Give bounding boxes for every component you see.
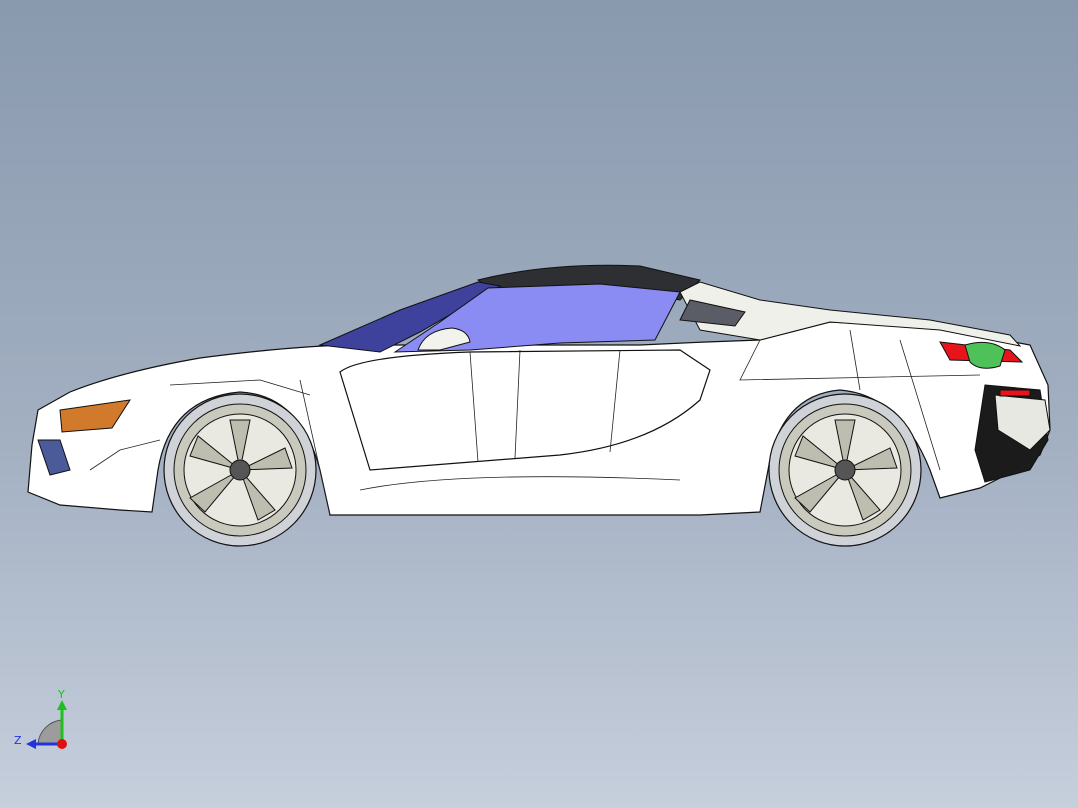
z-axis-label: Z: [14, 734, 22, 747]
x-axis-dot: [57, 739, 67, 749]
rear-wheel[interactable]: [768, 393, 922, 547]
front-wheel[interactable]: [163, 393, 317, 547]
graphics-viewport[interactable]: Y Z: [0, 0, 1078, 808]
z-axis-arrow: [26, 739, 36, 749]
y-axis-arrow: [57, 700, 67, 710]
coordinate-triad[interactable]: Y Z: [10, 684, 80, 754]
y-axis-label: Y: [57, 688, 65, 701]
rear-reflector: [999, 389, 1031, 397]
triad-arc: [37, 719, 63, 745]
car-model[interactable]: [0, 0, 1078, 808]
